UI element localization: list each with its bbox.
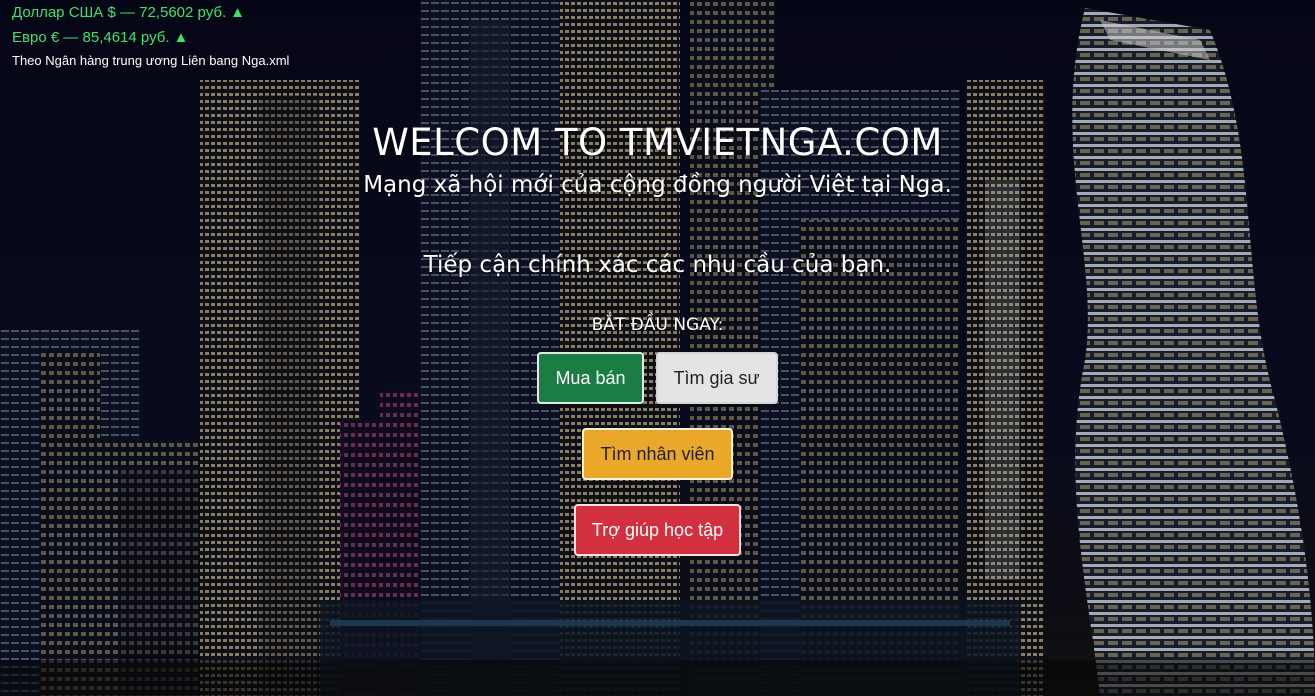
page-subtitle: Mạng xã hội mới của cộng đồng người Việt…: [363, 172, 952, 198]
eur-rate: Евро € — 85,4614 руб. ▲: [12, 25, 289, 50]
exchange-rates: Доллар США $ — 72,5602 руб. ▲ Евро € — 85…: [12, 0, 289, 71]
page-title: WELCOM TO TMVIETNGA.COM: [372, 121, 943, 164]
usd-rate: Доллар США $ — 72,5602 руб. ▲: [12, 0, 289, 25]
button-row-2: Tìm nhân viên: [0, 428, 1315, 480]
eur-rate-text: Евро € — 85,4614 руб.: [12, 29, 170, 46]
hero-content: WELCOM TO TMVIETNGA.COM Mạng xã hội mới …: [0, 118, 1315, 556]
find-staff-button[interactable]: Tìm nhân viên: [582, 428, 733, 480]
up-arrow-icon: ▲: [173, 29, 189, 46]
start-label: BẮT ĐẦU NGAY:: [591, 315, 724, 335]
usd-rate-text: Доллар США $ — 72,5602 руб.: [12, 4, 227, 21]
buy-sell-button[interactable]: Mua bán: [537, 352, 644, 404]
hero-section: Доллар США $ — 72,5602 руб. ▲ Евро € — 85…: [0, 0, 1315, 696]
find-tutor-button[interactable]: Tìm gia sư: [655, 352, 778, 404]
page-tagline: Tiếp cận chính xác các nhu cầu của bạn.: [423, 252, 892, 278]
study-help-button[interactable]: Trợ giúp học tập: [573, 504, 742, 556]
button-row-3: Trợ giúp học tập: [0, 504, 1315, 556]
up-arrow-icon: ▲: [230, 4, 245, 21]
button-row-1: Mua bán Tìm gia sư: [0, 352, 1315, 404]
rates-source: Theo Ngân hàng trung ương Liên bang Nga.…: [12, 53, 290, 68]
